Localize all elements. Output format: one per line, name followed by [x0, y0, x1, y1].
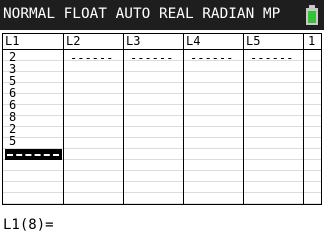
- list-column-l2[interactable]: L2 ------: [64, 34, 124, 204]
- column-header-l4: L4: [186, 34, 201, 48]
- column-header-l5: L5: [246, 34, 261, 48]
- list-cell[interactable]: 5: [9, 135, 16, 147]
- empty-entry-dashes: [7, 154, 59, 156]
- status-bar: NORMAL FLOAT AUTO REAL RADIAN MP: [0, 0, 324, 30]
- grid-lines: [64, 50, 123, 204]
- empty-list-dashes: ------: [70, 51, 114, 65]
- battery-level-fill: [308, 11, 316, 23]
- empty-list-dashes: ------: [250, 51, 294, 65]
- column-header-l2: L2: [66, 34, 81, 48]
- list-column-l3[interactable]: L3 ------: [124, 34, 184, 204]
- calculator-screen: NORMAL FLOAT AUTO REAL RADIAN MP L1 2 3 …: [0, 0, 324, 244]
- grid-lines: [244, 50, 303, 204]
- battery-body: [306, 8, 318, 25]
- grid-lines: [124, 50, 183, 204]
- column-header-l3: L3: [126, 34, 141, 48]
- column-header-l1: L1: [5, 34, 20, 48]
- battery-icon: [306, 5, 318, 25]
- mode-status-text: NORMAL FLOAT AUTO REAL RADIAN MP: [3, 6, 281, 22]
- empty-list-dashes: ------: [190, 51, 234, 65]
- grid-lines: [304, 50, 321, 204]
- empty-list-dashes: ------: [130, 51, 174, 65]
- list-column-l4[interactable]: L4 ------: [184, 34, 244, 204]
- column-number: 1: [308, 34, 316, 48]
- grid-lines: [184, 50, 243, 204]
- list-column-l1[interactable]: L1 2 3 5 6 6 8 2 5: [3, 34, 64, 204]
- list-editor[interactable]: L1 2 3 5 6 6 8 2 5 L2 ------ L3 ------ L…: [2, 33, 322, 205]
- entry-line[interactable]: L1(8)=: [3, 217, 54, 233]
- list-column-l5[interactable]: L5 ------: [244, 34, 304, 204]
- list-column-indicator: 1: [304, 34, 321, 204]
